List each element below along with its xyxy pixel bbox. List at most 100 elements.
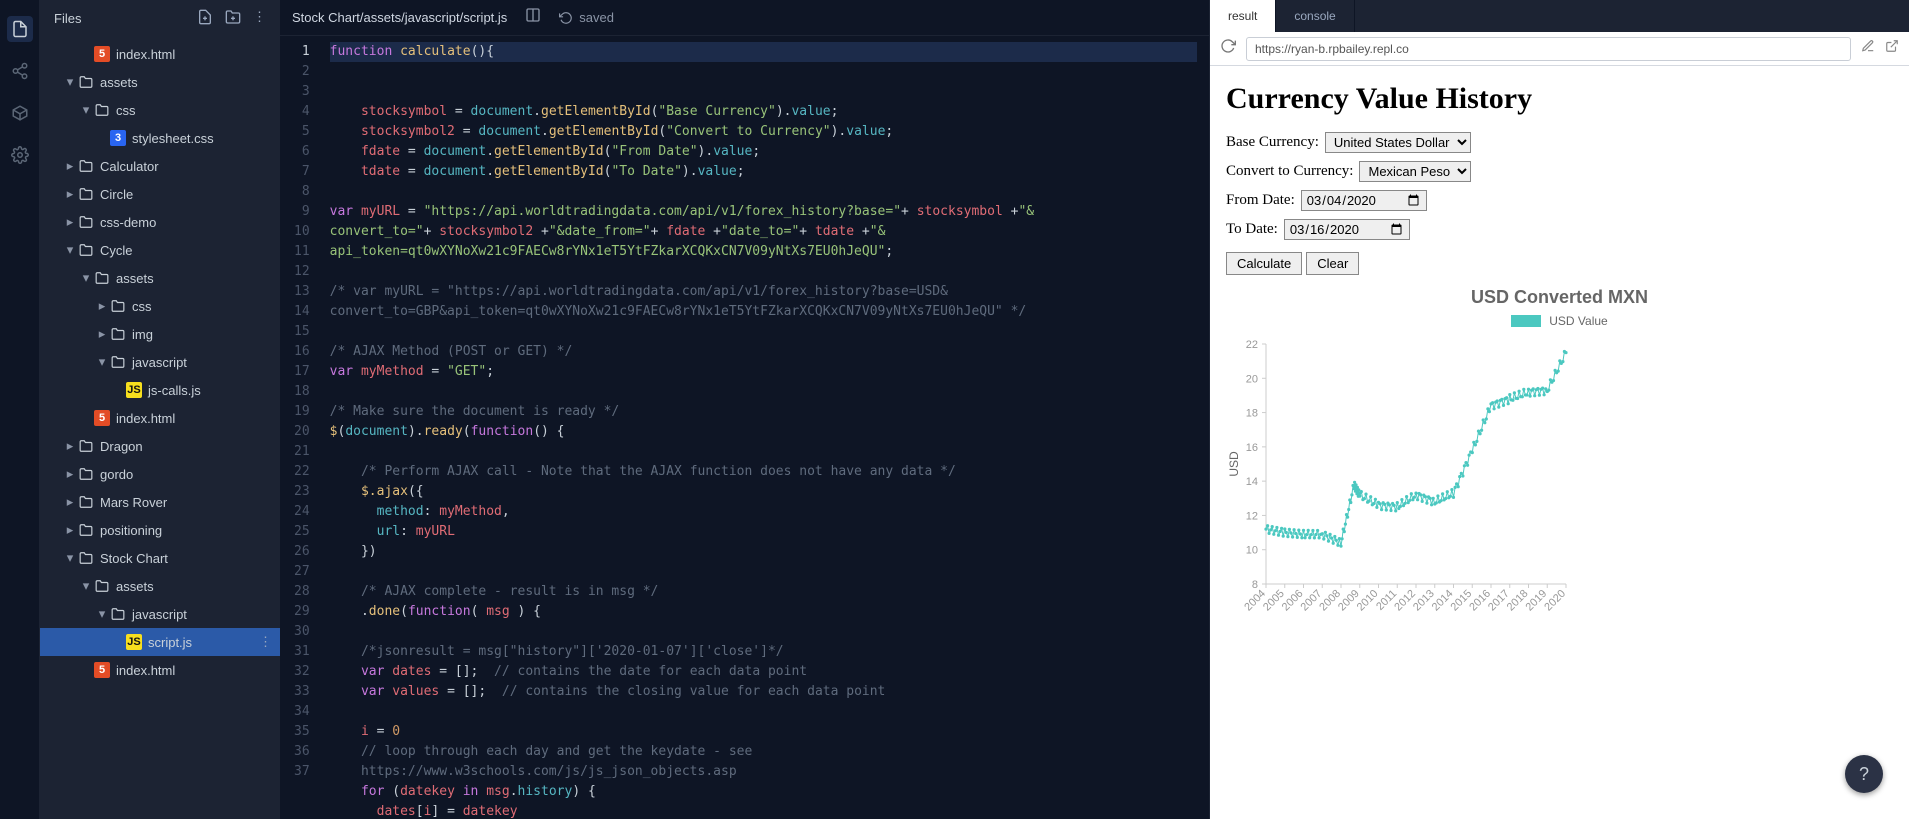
file-explorer-header: Files ⋮ — [40, 0, 280, 36]
tab-console[interactable]: console — [1276, 0, 1354, 32]
chevron-icon: ▸ — [64, 186, 76, 202]
tree-label: index.html — [116, 47, 175, 62]
preview-tabs: result console — [1210, 0, 1909, 32]
open-external-icon[interactable] — [1885, 39, 1899, 58]
folder-icon — [110, 606, 126, 622]
convert-currency-select[interactable]: Mexican Peso — [1359, 161, 1471, 182]
chevron-icon: ▸ — [64, 466, 76, 482]
tree-folder[interactable]: ▸Mars Rover⋮ — [40, 488, 280, 516]
tree-folder[interactable]: ▾javascript⋮ — [40, 348, 280, 376]
tree-file[interactable]: JSscript.js⋮ — [40, 628, 280, 656]
base-currency-select[interactable]: United States Dollar — [1325, 132, 1471, 153]
code-area[interactable]: 1234567891011121314151617181920212223242… — [280, 36, 1209, 819]
convert-currency-label: Convert to Currency: — [1226, 163, 1353, 180]
folder-icon — [78, 522, 94, 538]
svg-text:10: 10 — [1246, 545, 1258, 557]
html-icon: 5 — [94, 46, 110, 62]
tree-folder[interactable]: ▾assets⋮ — [40, 264, 280, 292]
tree-label: index.html — [116, 411, 175, 426]
folder-icon — [110, 354, 126, 370]
chevron-icon: ▸ — [96, 326, 108, 342]
row-more-icon[interactable]: ⋮ — [259, 634, 272, 650]
tree-file[interactable]: 3stylesheet.css⋮ — [40, 124, 280, 152]
tree-folder[interactable]: ▾assets⋮ — [40, 572, 280, 600]
folder-icon — [78, 74, 94, 90]
tree-label: Cycle — [100, 243, 133, 258]
new-folder-icon[interactable] — [225, 9, 241, 28]
tree-label: js-calls.js — [148, 383, 201, 398]
tree-folder[interactable]: ▾Stock Chart⋮ — [40, 544, 280, 572]
tree-folder[interactable]: ▸positioning⋮ — [40, 516, 280, 544]
svg-text:2020: 2020 — [1542, 588, 1568, 614]
split-editor-icon[interactable] — [525, 7, 541, 28]
to-date-label: To Date: — [1226, 221, 1278, 238]
tree-folder[interactable]: ▾css⋮ — [40, 96, 280, 124]
tree-label: assets — [116, 579, 154, 594]
js-icon: JS — [126, 382, 142, 398]
saved-status: saved — [559, 10, 614, 25]
tree-folder[interactable]: ▸css⋮ — [40, 292, 280, 320]
tree-label: Mars Rover — [100, 495, 167, 510]
tree-folder[interactable]: ▾javascript⋮ — [40, 600, 280, 628]
tree-folder[interactable]: ▸Circle⋮ — [40, 180, 280, 208]
chevron-icon: ▾ — [96, 606, 108, 622]
code-editor: Stock Chart/assets/javascript/script.js … — [280, 0, 1209, 819]
activity-files-icon[interactable] — [7, 16, 33, 42]
folder-icon — [78, 214, 94, 230]
chevron-icon: ▾ — [64, 74, 76, 90]
url-input[interactable] — [1246, 37, 1851, 61]
folder-icon — [94, 270, 110, 286]
svg-text:20: 20 — [1246, 373, 1258, 385]
tree-folder[interactable]: ▸Dragon⋮ — [40, 432, 280, 460]
chevron-icon: ▾ — [64, 242, 76, 258]
tree-file[interactable]: 5index.html⋮ — [40, 404, 280, 432]
tree-label: javascript — [132, 607, 187, 622]
from-date-input[interactable] — [1301, 190, 1427, 211]
tree-file[interactable]: 5index.html⋮ — [40, 656, 280, 684]
chevron-icon: ▸ — [64, 214, 76, 230]
preview-address-bar — [1210, 32, 1909, 66]
tree-folder[interactable]: ▾assets⋮ — [40, 68, 280, 96]
chart-legend: USD Value — [1226, 314, 1893, 328]
folder-icon — [110, 298, 126, 314]
folder-icon — [78, 466, 94, 482]
tree-file[interactable]: JSjs-calls.js⋮ — [40, 376, 280, 404]
svg-text:USD: USD — [1227, 451, 1241, 477]
tree-folder[interactable]: ▸gordo⋮ — [40, 460, 280, 488]
clear-button[interactable]: Clear — [1306, 252, 1359, 275]
reload-icon[interactable] — [1220, 38, 1236, 59]
edit-url-icon[interactable] — [1861, 39, 1875, 58]
tree-folder[interactable]: ▾Cycle⋮ — [40, 236, 280, 264]
to-date-input[interactable] — [1284, 219, 1410, 240]
chevron-icon: ▸ — [64, 158, 76, 174]
more-icon[interactable]: ⋮ — [253, 9, 266, 28]
css-icon: 3 — [110, 130, 126, 146]
chart: USD Converted MXN USD Value 810121416182… — [1226, 287, 1893, 634]
folder-icon — [94, 102, 110, 118]
tree-folder[interactable]: ▸img⋮ — [40, 320, 280, 348]
js-icon: JS — [126, 634, 142, 650]
breadcrumb: Stock Chart/assets/javascript/script.js — [292, 10, 507, 25]
activity-settings-icon[interactable] — [7, 142, 33, 168]
svg-text:22: 22 — [1246, 339, 1258, 351]
tree-file[interactable]: 5index.html⋮ — [40, 40, 280, 68]
new-file-icon[interactable] — [197, 9, 213, 28]
tab-result[interactable]: result — [1210, 0, 1276, 32]
tree-label: stylesheet.css — [132, 131, 214, 146]
chevron-icon: ▾ — [80, 578, 92, 594]
activity-packages-icon[interactable] — [7, 100, 33, 126]
tree-folder[interactable]: ▸Calculator⋮ — [40, 152, 280, 180]
activity-share-icon[interactable] — [7, 58, 33, 84]
help-fab[interactable]: ? — [1845, 755, 1883, 793]
tree-label: css — [132, 299, 152, 314]
preview-page: Currency Value History Base Currency: Un… — [1210, 66, 1909, 819]
svg-text:12: 12 — [1246, 510, 1258, 522]
editor-tabbar: Stock Chart/assets/javascript/script.js … — [280, 0, 1209, 36]
html-icon: 5 — [94, 410, 110, 426]
tree-label: index.html — [116, 663, 175, 678]
file-explorer-title: Files — [54, 11, 81, 26]
tree-folder[interactable]: ▸css-demo⋮ — [40, 208, 280, 236]
file-tree[interactable]: 5index.html⋮▾assets⋮▾css⋮3stylesheet.css… — [40, 36, 280, 819]
folder-icon — [78, 158, 94, 174]
calculate-button[interactable]: Calculate — [1226, 252, 1302, 275]
